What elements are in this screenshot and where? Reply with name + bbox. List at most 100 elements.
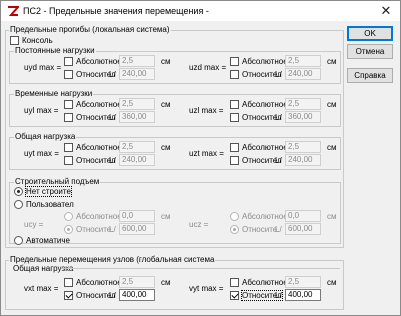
unit-label: см (327, 278, 337, 287)
camber-user-radio[interactable] (14, 200, 23, 209)
ucz-relative-field[interactable]: 600,00 (285, 223, 321, 235)
uyd-relative-checkbox[interactable] (64, 70, 73, 79)
uzl-relative-field[interactable]: 360,00 (285, 111, 321, 123)
vxt-relative-field[interactable]: 400,00 (119, 289, 155, 301)
vxt-max-label: vxt max = (24, 284, 59, 293)
title-bar: ПС2 - Предельные значения перемещения - … (1, 1, 400, 21)
uyl-absolute-field[interactable]: 2,5 (119, 98, 155, 110)
uzt-absolute-field[interactable]: 2,5 (285, 141, 321, 153)
l-over-label: L/ (275, 113, 282, 122)
camber-user-label: Пользовател (26, 200, 74, 209)
uzl-max-label: uzl max = (189, 106, 224, 115)
uzt-absolute-checkbox[interactable] (230, 143, 239, 152)
permanent-loads-title: Постоянные нагрузки (14, 46, 96, 55)
uzt-relative-checkbox[interactable] (230, 156, 239, 165)
close-icon[interactable]: ✕ (375, 3, 397, 19)
uzd-max-label: uzd max = (189, 63, 227, 72)
unit-label: см (161, 143, 171, 152)
unit-label: см (161, 212, 171, 221)
vxt-absolute-checkbox[interactable] (64, 278, 73, 287)
absolute-label: Абсолютное (76, 57, 122, 66)
group-divider (61, 268, 340, 269)
l-over-label: L/ (275, 225, 282, 234)
ucz-absolute-radio[interactable] (230, 212, 239, 221)
camber-title: Строительный подъем (14, 177, 101, 186)
app-logo-icon (8, 6, 19, 16)
unit-label: см (327, 143, 337, 152)
absolute-label: Абсолютное (76, 143, 122, 152)
camber-auto-radio[interactable] (14, 236, 23, 245)
uyd-relative-field[interactable]: 240,00 (119, 68, 155, 80)
vxt-relative-checkbox[interactable] (64, 291, 73, 300)
dialog-window: ПС2 - Предельные значения перемещения - … (0, 0, 401, 316)
camber-none-label: Нет строите (25, 186, 72, 197)
ucz-absolute-field[interactable]: 0,0 (285, 210, 321, 222)
absolute-label: Абсолютное (76, 278, 122, 287)
l-over-label: L/ (275, 70, 282, 79)
l-over-label: L/ (275, 291, 282, 300)
ucy-absolute-label: Абсолютное (76, 212, 122, 221)
uyl-max-label: uyl max = (24, 106, 59, 115)
uzl-relative-checkbox[interactable] (230, 113, 239, 122)
ucy-label: ucy = (24, 220, 44, 229)
absolute-label: Абсолютное (242, 278, 288, 287)
ucy-relative-radio[interactable] (64, 225, 73, 234)
unit-label: см (161, 100, 171, 109)
uyl-absolute-checkbox[interactable] (64, 100, 73, 109)
ucz-label: ucz = (189, 220, 209, 229)
vyt-absolute-checkbox[interactable] (230, 278, 239, 287)
window-title: ПС2 - Предельные значения перемещения - (23, 6, 209, 16)
camber-auto-label: Автоматиче (26, 236, 70, 245)
uyt-absolute-field[interactable]: 2,5 (119, 141, 155, 153)
uzd-relative-field[interactable]: 240,00 (285, 68, 321, 80)
console-checkbox[interactable] (10, 36, 19, 45)
uyt-absolute-checkbox[interactable] (64, 143, 73, 152)
l-over-label: L/ (109, 70, 116, 79)
cancel-button[interactable]: Отмена (347, 44, 393, 59)
uyt-relative-field[interactable]: 240,00 (119, 154, 155, 166)
ucz-relative-radio[interactable] (230, 225, 239, 234)
ucy-relative-field[interactable]: 600,00 (119, 223, 155, 235)
uzd-relative-checkbox[interactable] (230, 70, 239, 79)
vyt-absolute-field[interactable]: 2,5 (285, 276, 321, 288)
absolute-label: Абсолютное (242, 100, 288, 109)
uzt-max-label: uzt max = (189, 149, 224, 158)
uzt-relative-field[interactable]: 240,00 (285, 154, 321, 166)
uzl-absolute-checkbox[interactable] (230, 100, 239, 109)
uzd-absolute-checkbox[interactable] (230, 57, 239, 66)
temporary-loads-title: Временные нагрузки (14, 89, 94, 98)
camber-none-radio[interactable] (14, 187, 23, 196)
l-over-label: L/ (109, 225, 116, 234)
console-label: Консоль (22, 36, 53, 45)
absolute-label: Абсолютное (242, 57, 288, 66)
absolute-label: Абсолютное (242, 143, 288, 152)
ucy-absolute-radio[interactable] (64, 212, 73, 221)
uzl-absolute-field[interactable]: 2,5 (285, 98, 321, 110)
uyd-absolute-checkbox[interactable] (64, 57, 73, 66)
unit-label: см (327, 100, 337, 109)
unit-label: см (161, 57, 171, 66)
uyd-max-label: uyd max = (24, 63, 62, 72)
uyl-relative-field[interactable]: 360,00 (119, 111, 155, 123)
l-over-label: L/ (109, 291, 116, 300)
help-button[interactable]: Справка (347, 68, 393, 83)
unit-label: см (327, 212, 337, 221)
uyl-relative-checkbox[interactable] (64, 113, 73, 122)
uyd-absolute-field[interactable]: 2,5 (119, 55, 155, 67)
vyt-max-label: vyt max = (189, 284, 224, 293)
ucz-relative-label: Относите. (242, 225, 280, 234)
unit-label: см (327, 57, 337, 66)
global-system-title: Предельные перемещения узлов (глобальная… (9, 255, 216, 264)
l-over-label: L/ (109, 113, 116, 122)
l-over-label: L/ (109, 156, 116, 165)
ucy-relative-label: Относите. (76, 225, 114, 234)
vyt-relative-field[interactable]: 400,00 (285, 289, 321, 301)
vyt-relative-checkbox[interactable] (230, 291, 239, 300)
uzd-absolute-field[interactable]: 2,5 (285, 55, 321, 67)
uyt-relative-checkbox[interactable] (64, 156, 73, 165)
ok-button[interactable]: OK (347, 26, 393, 41)
ucy-absolute-field[interactable]: 0,0 (119, 210, 155, 222)
vxt-absolute-field[interactable]: 2,5 (119, 276, 155, 288)
unit-label: см (161, 278, 171, 287)
local-system-title: Предельные прогибы (локальная система) (9, 25, 171, 34)
